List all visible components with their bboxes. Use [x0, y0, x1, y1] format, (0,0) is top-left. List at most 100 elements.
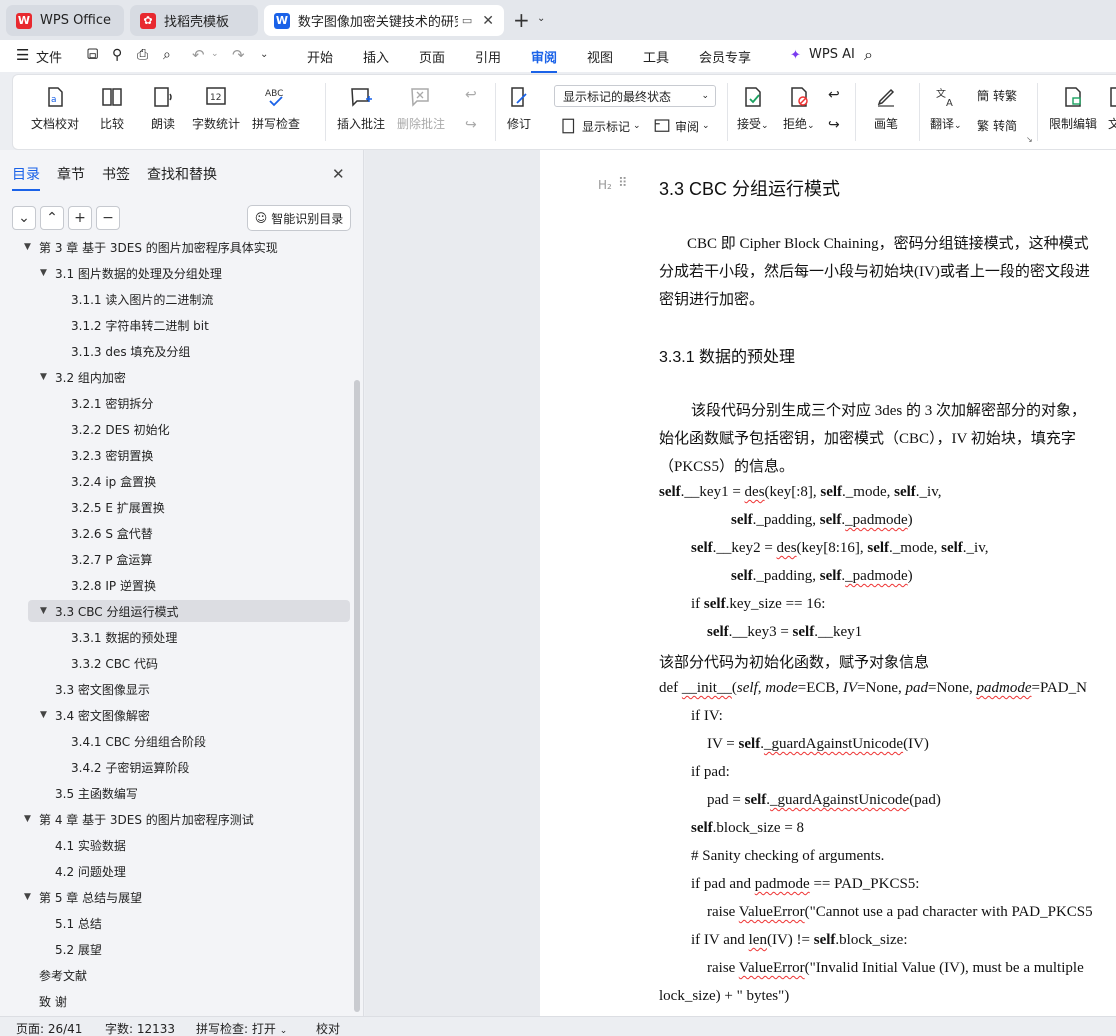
toc-item[interactable]: ▼ 3.2 组内加密	[0, 366, 350, 388]
tab-wps-office[interactable]: W WPS Office	[6, 5, 124, 36]
toc-item[interactable]: 3.2.6 S 盒代替	[0, 522, 350, 544]
tab-chapter[interactable]: 章节	[57, 164, 85, 184]
wps-ai-icon[interactable]: ✦	[790, 48, 801, 63]
toc-item[interactable]: 3.5 主函数编写	[0, 782, 350, 804]
toc-item[interactable]: ▼ 第 4 章 基于 3DES 的图片加密程序测试	[0, 808, 350, 830]
menu-reference[interactable]: 引用	[475, 47, 501, 66]
dialog-launcher-icon[interactable]: ↘	[1026, 135, 1033, 144]
toc-item[interactable]: 3.2.5 E 扩展置换	[0, 496, 350, 518]
menu-page[interactable]: 页面	[419, 47, 445, 66]
spell-check-status[interactable]: 拼写检查: 打开 ⌄	[196, 1020, 287, 1036]
toc-item[interactable]: 5.1 总结	[0, 912, 350, 934]
toc-item[interactable]: ▼ 3.1 图片数据的处理及分组处理	[0, 262, 350, 284]
hamburger-icon[interactable]: ☰	[16, 46, 29, 64]
next-change-icon[interactable]: ↪	[828, 117, 840, 133]
tab-toc[interactable]: 目录	[12, 164, 40, 191]
save-icon[interactable]	[86, 47, 110, 71]
toc-item[interactable]: 3.2.3 密钥置换	[0, 444, 350, 466]
prev-change-icon[interactable]: ↩	[828, 87, 840, 103]
tab-find-replace[interactable]: 查找和替换	[147, 164, 217, 184]
remove-heading-button[interactable]: −	[96, 206, 120, 230]
caret-down-icon[interactable]: ▼	[24, 242, 31, 252]
caret-down-icon[interactable]: ▼	[40, 268, 47, 278]
caret-down-icon[interactable]: ▼	[40, 372, 47, 382]
toc-item[interactable]: 3.3 密文图像显示	[0, 678, 350, 700]
pen-button[interactable]: 画笔	[874, 85, 898, 132]
to-simplified-button[interactable]: 繁转简	[977, 117, 1017, 134]
tab-document[interactable]: W 数字图像加密关键技术的研究 ▭ ✕	[264, 5, 504, 36]
page-indicator[interactable]: 页面: 26/41	[16, 1020, 82, 1036]
more-ribbon-button[interactable]: 文	[1108, 85, 1116, 132]
heading-level-icon[interactable]: H₂	[598, 178, 612, 192]
close-tab-icon[interactable]: ✕	[482, 13, 494, 29]
insert-comment-button[interactable]: 插入批注	[337, 85, 385, 132]
smart-toc-button[interactable]: ☺ 智能识别目录	[247, 205, 351, 231]
toc-item[interactable]: 3.1.3 des 填充及分组	[0, 340, 350, 362]
next-comment-icon[interactable]: ↪	[465, 117, 477, 133]
toc-item[interactable]: 3.2.1 密钥拆分	[0, 392, 350, 414]
undo-dropdown-icon[interactable]: ⌄	[211, 49, 219, 59]
word-count[interactable]: 字数: 12133	[105, 1020, 175, 1036]
toc-item[interactable]: 4.2 问题处理	[0, 860, 350, 882]
revise-button[interactable]: 修订	[507, 85, 531, 132]
proof-status[interactable]: 校对	[316, 1020, 340, 1036]
toc-item[interactable]: 3.3.2 CBC 代码	[0, 652, 350, 674]
toc-item[interactable]: ▼ 第 5 章 总结与展望	[0, 886, 350, 908]
print-icon[interactable]: ⎙	[137, 47, 148, 63]
toc-item[interactable]: 5.2 展望	[0, 938, 350, 960]
toc-item[interactable]: 3.1.2 字符串转二进制 bit	[0, 314, 350, 336]
caret-down-icon[interactable]: ▼	[24, 814, 31, 824]
menu-tools[interactable]: 工具	[643, 47, 669, 66]
prev-comment-icon[interactable]: ↩	[465, 87, 477, 103]
spell-check-button[interactable]: ABC 拼写检查	[252, 85, 300, 132]
reject-button[interactable]: 拒绝⌄	[783, 85, 815, 132]
toc-item[interactable]: 3.2.8 IP 逆置换	[0, 574, 350, 596]
menu-review[interactable]: 审阅	[531, 47, 558, 73]
redo-icon[interactable]: ↷	[232, 46, 245, 64]
menu-start[interactable]: 开始	[307, 47, 333, 66]
menu-insert[interactable]: 插入	[363, 47, 389, 66]
more-icon[interactable]: ⌄	[260, 49, 268, 60]
toc-item[interactable]: 3.1.1 读入图片的二进制流	[0, 288, 350, 310]
caret-down-icon[interactable]: ▼	[24, 892, 31, 902]
to-traditional-button[interactable]: 簡转繁	[977, 87, 1017, 104]
toc-item[interactable]: 3.4.1 CBC 分组组合阶段	[0, 730, 350, 752]
undo-icon[interactable]: ↶	[192, 46, 205, 64]
menu-file[interactable]: 文件	[36, 47, 62, 66]
add-heading-button[interactable]: +	[68, 206, 92, 230]
restrict-edit-button[interactable]: 限制编辑	[1049, 85, 1097, 132]
review-pane-button[interactable]: 审阅 ⌄	[653, 117, 710, 135]
window-mode-icon[interactable]: ▭	[462, 14, 472, 27]
toc-item[interactable]: 3.2.4 ip 盒置换	[0, 470, 350, 492]
share-icon[interactable]: ⚲	[112, 47, 122, 63]
toc-scrollbar[interactable]	[354, 380, 360, 1012]
toc-item[interactable]: ▼ 3.3 CBC 分组运行模式	[28, 600, 350, 622]
expand-down-button[interactable]: ⌄	[12, 206, 36, 230]
show-markup-button[interactable]: 显示标记 ⌄	[560, 117, 641, 135]
toc-item[interactable]: 3.3.1 数据的预处理	[0, 626, 350, 648]
accept-button[interactable]: 接受⌄	[737, 85, 769, 132]
menu-wps-ai[interactable]: WPS AI	[809, 47, 855, 62]
toc-item[interactable]: 3.4.2 子密钥运算阶段	[0, 756, 350, 778]
print-preview-icon[interactable]: ⌕	[163, 47, 171, 63]
toc-item[interactable]: 3.2.2 DES 初始化	[0, 418, 350, 440]
chevron-down-icon[interactable]: ⌄	[537, 13, 545, 24]
drag-handle-icon[interactable]: ⠿	[618, 176, 628, 191]
tab-bookmark[interactable]: 书签	[102, 164, 130, 184]
word-count-button[interactable]: 12 字数统计	[192, 85, 240, 132]
delete-comment-button[interactable]: 删除批注	[397, 85, 445, 132]
toc-item[interactable]: 3.2.7 P 盒运算	[0, 548, 350, 570]
collapse-up-button[interactable]: ⌃	[40, 206, 64, 230]
toc-item[interactable]: ▼ 3.4 密文图像解密	[0, 704, 350, 726]
caret-down-icon[interactable]: ▼	[40, 606, 47, 616]
translate-button[interactable]: 文A 翻译⌄	[930, 85, 962, 132]
menu-view[interactable]: 视图	[587, 47, 613, 66]
new-tab-button[interactable]: +	[513, 8, 530, 32]
close-pane-icon[interactable]: ✕	[332, 165, 345, 183]
toc-item[interactable]: 致 谢	[0, 990, 350, 1012]
tab-template[interactable]: ✿ 找稻壳模板	[130, 5, 258, 36]
markup-mode-select[interactable]: 显示标记的最终状态 ⌄	[554, 85, 716, 107]
menu-vip[interactable]: 会员专享	[699, 47, 751, 66]
search-icon[interactable]: ⌕	[864, 45, 873, 65]
document-page[interactable]: H₂ ⠿ 3.3 CBC 分组运行模式 CBC 即 Cipher Block C…	[540, 150, 1116, 1016]
